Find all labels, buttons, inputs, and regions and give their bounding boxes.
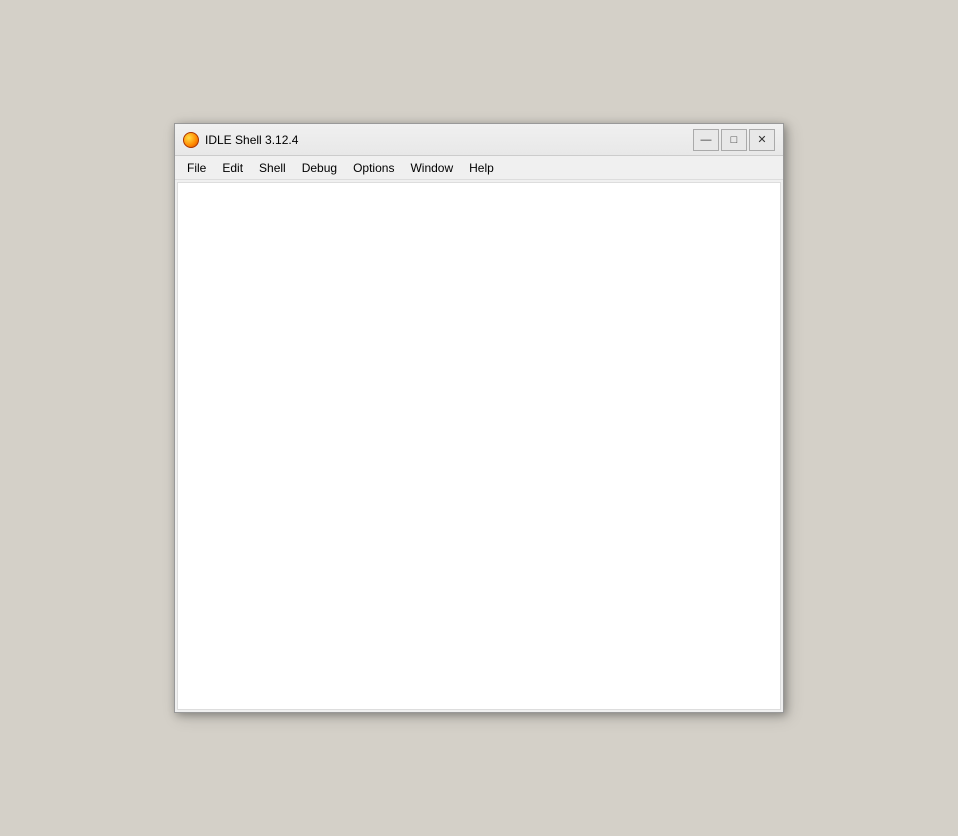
title-bar: IDLE Shell 3.12.4 — □ ✕ [175, 124, 783, 156]
shell-content-area[interactable] [177, 182, 781, 710]
window-controls: — □ ✕ [693, 129, 775, 151]
idle-shell-window: IDLE Shell 3.12.4 — □ ✕ File Edit Shell … [174, 123, 784, 713]
maximize-button[interactable]: □ [721, 129, 747, 151]
window-title: IDLE Shell 3.12.4 [205, 133, 693, 147]
app-icon [183, 132, 199, 148]
close-button[interactable]: ✕ [749, 129, 775, 151]
menu-shell[interactable]: Shell [251, 156, 294, 179]
menu-file[interactable]: File [179, 156, 214, 179]
menu-options[interactable]: Options [345, 156, 402, 179]
menu-debug[interactable]: Debug [294, 156, 345, 179]
menu-window[interactable]: Window [402, 156, 461, 179]
menu-edit[interactable]: Edit [214, 156, 251, 179]
minimize-button[interactable]: — [693, 129, 719, 151]
menu-help[interactable]: Help [461, 156, 502, 179]
idle-logo-icon [183, 132, 199, 148]
menu-bar: File Edit Shell Debug Options Window Hel… [175, 156, 783, 180]
